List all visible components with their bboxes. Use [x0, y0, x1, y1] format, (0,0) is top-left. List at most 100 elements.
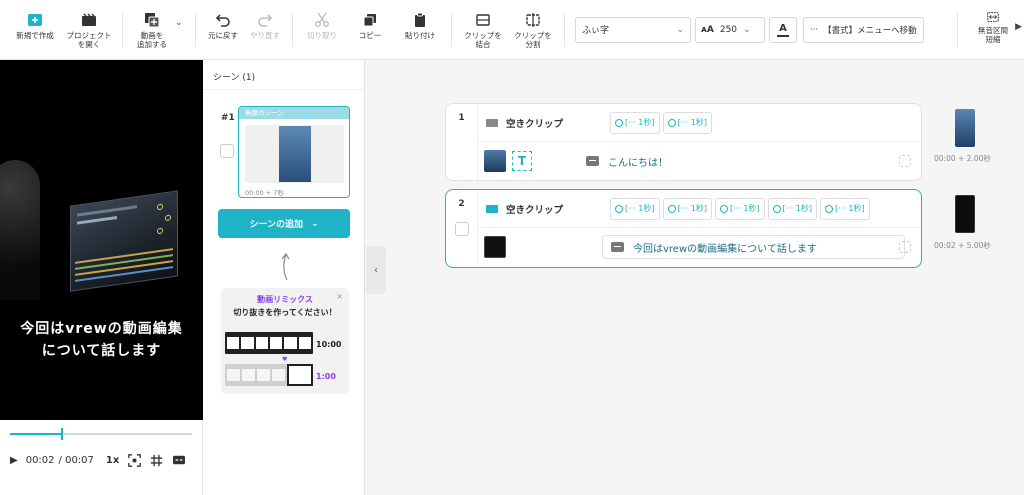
clip-name: 空きクリップ [506, 204, 564, 216]
video-caption: 今回はvrewの動画編集 について話します [0, 318, 203, 362]
toolbar-divider [957, 13, 958, 47]
format-menu-label: 【書式】メニューへ移動 [823, 25, 917, 36]
clip-thumbnail[interactable] [484, 236, 506, 258]
text-color-icon: A [779, 22, 787, 34]
clip-side-thumbnail[interactable] [955, 109, 975, 147]
toolbar-divider [564, 12, 565, 47]
new-project-button[interactable]: 新規で作成 [8, 2, 62, 58]
scene-number: #1 [221, 113, 235, 123]
add-video-button[interactable]: 動画を 追加する [129, 2, 175, 58]
person-silhouette [0, 160, 40, 300]
silence-chip-label: [··· 1秒] [835, 204, 865, 213]
shorten-silence-button[interactable]: 無音区間 短縮 [974, 10, 1012, 44]
add-scene-label: シーンの追加 [249, 220, 303, 230]
film-folder-icon [82, 12, 96, 26]
font-select[interactable]: ふぃ字 ⌄ [575, 16, 691, 43]
silence-chip[interactable]: [··· 1秒] [662, 111, 713, 134]
clip-timecode: 00:00 + 2.00秒 [934, 154, 991, 163]
collapse-panel-button[interactable]: ‹ [366, 246, 386, 294]
heart-icon: ♥ [282, 356, 288, 363]
silence-chip-label: [··· 1秒] [677, 204, 708, 213]
monitor-detail [165, 214, 171, 222]
open-project-button[interactable]: プロジェクト を開く [62, 2, 116, 58]
cut-button[interactable]: 切り取り [299, 2, 345, 58]
clock-icon [667, 204, 676, 213]
clock-icon [615, 204, 623, 213]
silence-chip[interactable]: [··· 1秒] [767, 197, 818, 220]
chevron-down-icon[interactable]: ⌄ [175, 18, 189, 42]
scene-card[interactable]: 無題のシーン 00:00 + 7秒 [238, 106, 350, 198]
clip-tag-icon [486, 204, 498, 213]
silence-chip[interactable]: [··· 1秒] [610, 111, 660, 134]
toolbar: 新規で作成 プロジェクト を開く 動画を 追加する ⌄ 元に戻す やり直す 切り… [0, 0, 1024, 60]
silence-chip-label: [··· 1秒] [730, 204, 760, 213]
chevron-down-icon: ⌄ [676, 24, 684, 35]
font-size-icon: ᴀA [701, 24, 714, 35]
clock-icon [615, 118, 623, 127]
font-size-select[interactable]: ᴀA 250 ⌄ [695, 16, 765, 43]
puzzle-icon[interactable] [899, 155, 911, 167]
monitor-image [70, 190, 178, 292]
clip-checkbox[interactable] [455, 222, 469, 236]
toolbar-divider [195, 12, 196, 47]
clip-header: 空きクリップ [··· 1秒] [··· 1秒] [··· 1秒] [··· 1… [478, 190, 921, 228]
play-icon[interactable]: ▶ [10, 455, 18, 466]
monitor-detail [77, 215, 117, 225]
clip-subtitle[interactable]: こんにちは！ [578, 149, 905, 173]
add-scene-button[interactable]: シーンの追加 ⌄ [218, 209, 350, 238]
clip-subtitle-text: 今回はvrewの動画編集について話します [633, 243, 817, 255]
clip-row[interactable]: 2 空きクリップ [··· 1秒] [··· 1秒] [··· 1秒] [···… [445, 189, 922, 268]
toolbar-divider [292, 12, 293, 47]
silence-chip[interactable]: [··· 1秒] [820, 197, 870, 220]
text-template-icon[interactable]: T [512, 151, 532, 171]
film-frames [227, 369, 285, 381]
format-menu-button[interactable]: ··· 【書式】メニューへ移動 [803, 16, 924, 43]
text-color-button[interactable]: A [769, 16, 797, 43]
seek-progress [10, 433, 61, 435]
clip-side-thumbnail[interactable] [955, 195, 975, 233]
grid-icon[interactable] [150, 454, 163, 467]
player-controls: ▶ 00:02 / 00:07 1x [10, 452, 195, 468]
toolbar-divider [122, 12, 123, 47]
remix-title: 動画リミックス [257, 295, 313, 304]
clip-body: T こんにちは！ [478, 142, 921, 180]
clip-thumbnail[interactable] [484, 150, 506, 172]
copy-button[interactable]: コピー [345, 2, 395, 58]
playback-speed-button[interactable]: 1x [106, 455, 119, 466]
clip-subtitle[interactable]: 今回はvrewの動画編集について話します [602, 235, 905, 259]
undo-button[interactable]: 元に戻す [202, 2, 244, 58]
add-video-icon [145, 12, 160, 27]
scene-title: 無題のシーン [239, 107, 349, 119]
video-preview[interactable]: 今回はvrewの動画編集 について話します [0, 60, 203, 420]
redo-icon [258, 13, 273, 27]
font-select-value: ふぃ字 [582, 26, 610, 36]
split-clip-button[interactable]: クリップを 分割 [508, 2, 558, 58]
film-strip-icon [225, 332, 313, 354]
toolbar-scroll-right-icon[interactable]: ▶ [1015, 22, 1022, 32]
subtitle-icon [611, 242, 624, 252]
scene-checkbox[interactable] [220, 144, 234, 158]
split-icon [526, 12, 540, 27]
screenshot-icon[interactable] [128, 453, 142, 467]
clip-header: 空きクリップ [··· 1秒] [··· 1秒] [478, 104, 921, 142]
scene-duration: 00:00 + 7秒 [245, 189, 284, 197]
puzzle-icon[interactable] [899, 241, 911, 253]
silence-chip[interactable]: [··· 1秒] [662, 197, 713, 220]
undo-icon [215, 13, 230, 27]
clip-row[interactable]: 1 空きクリップ [··· 1秒] [··· 1秒] T こんにちは！ [445, 103, 922, 181]
paste-button[interactable]: 貼り付け [395, 2, 445, 58]
redo-button[interactable]: やり直す [244, 2, 286, 58]
silence-chip[interactable]: [··· 1秒] [715, 197, 765, 220]
seek-handle[interactable] [60, 428, 63, 440]
silence-chip-label: [··· 1秒] [782, 204, 813, 213]
merge-clips-button[interactable]: クリップを 結合 [458, 2, 508, 58]
clock-icon [772, 204, 781, 213]
preview-panel: 今回はvrewの動画編集 について話します ▶ 00:02 / 00:07 1x [0, 60, 203, 495]
scenes-panel: シーン (1) #1 無題のシーン 00:00 + 7秒 シーンの追加 ⌄ × … [203, 60, 365, 495]
caption-toggle-icon[interactable] [172, 454, 186, 466]
toolbar-divider [451, 12, 452, 47]
clip-name: 空きクリップ [506, 118, 564, 130]
silence-chip[interactable]: [··· 1秒] [610, 197, 660, 220]
seek-bar[interactable] [10, 428, 192, 440]
remix-promo-card[interactable]: × 動画リミックス 切り抜きを作ってください！ 10:00 ♥ 1:00 [221, 288, 349, 394]
